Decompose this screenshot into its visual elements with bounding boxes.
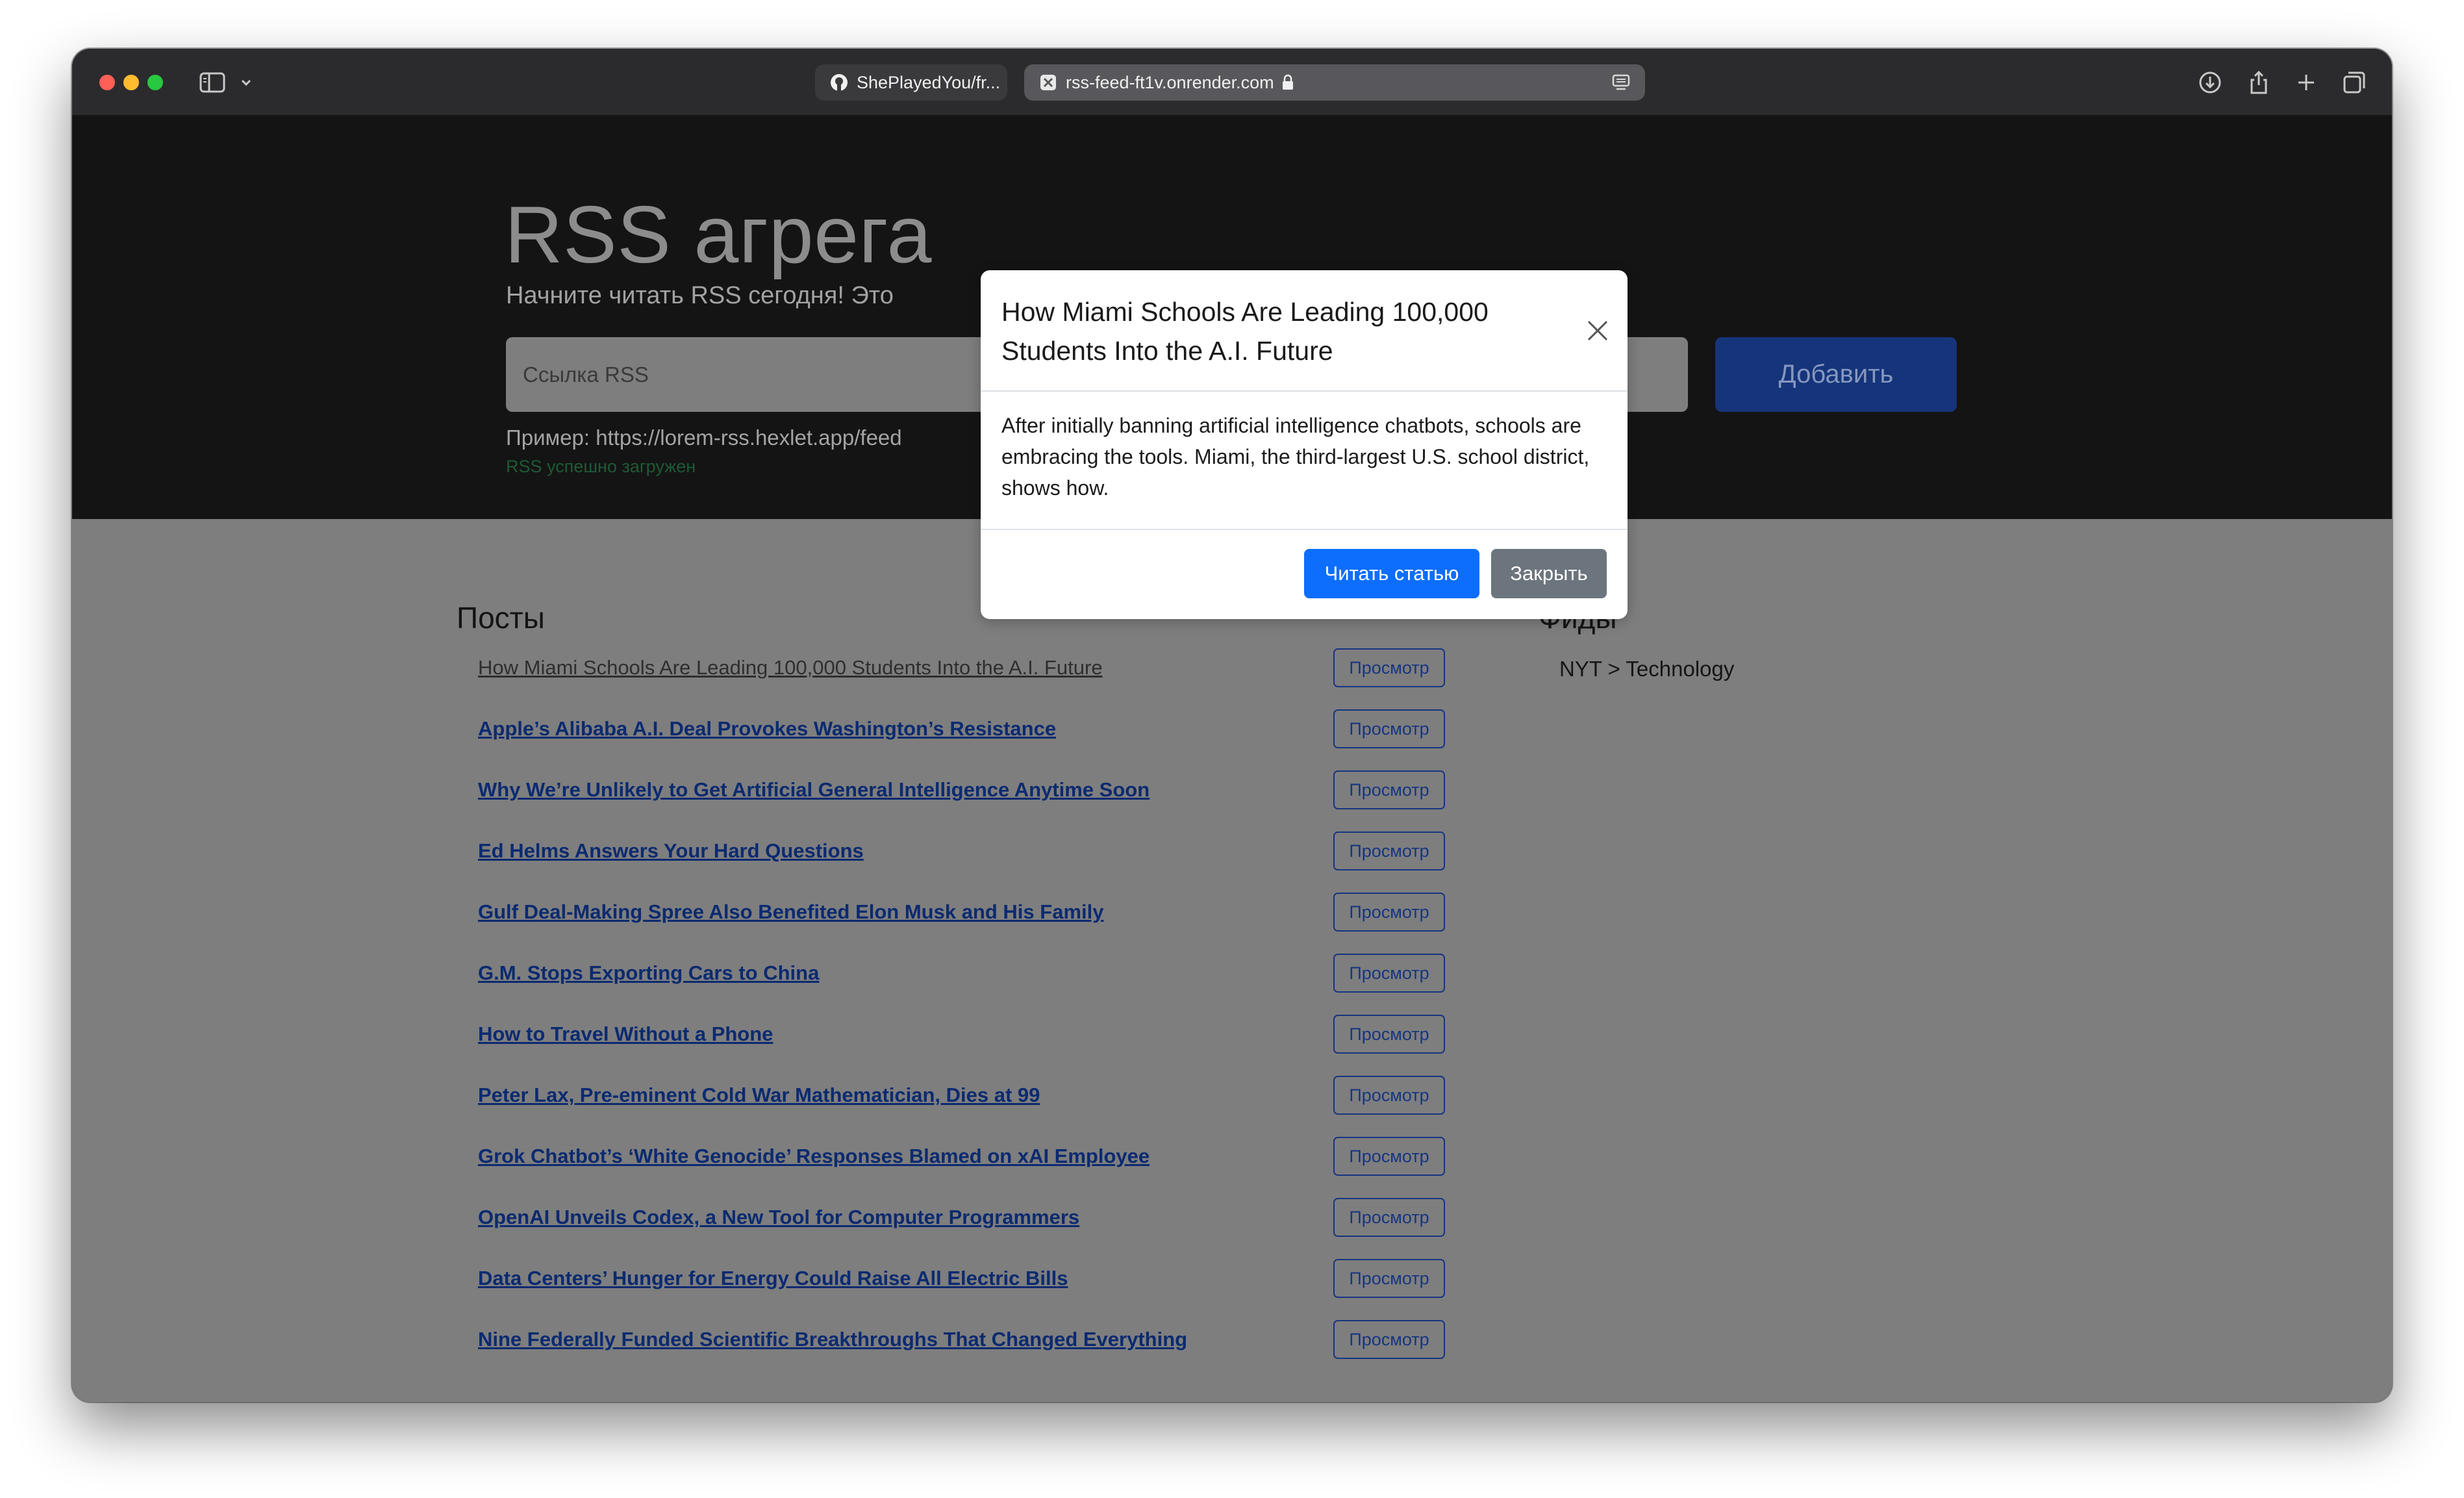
browser-toolbar: ShePlayedYou/fr... rss-feed-ft1v.onrende… [72,49,2392,116]
view-post-button[interactable]: Просмотр [1333,1198,1445,1237]
site-favicon-icon [1040,75,1056,90]
read-article-button[interactable]: Читать статью [1304,549,1479,598]
hero-lead: Начните читать RSS сегодня! Это [506,282,894,309]
view-post-button[interactable]: Просмотр [1333,1076,1445,1115]
post-row: Ed Helms Answers Your Hard Questions Прос… [478,832,1517,872]
post-row: Peter Lax, Pre-eminent Cold War Mathemat… [478,1076,1517,1116]
post-link[interactable]: Data Centers’ Hunger for Energy Could Ra… [478,1267,1068,1290]
close-icon[interactable] [1585,318,1611,344]
minimize-window-button[interactable] [123,75,139,90]
post-link[interactable]: Apple’s Alibaba A.I. Deal Provokes Washi… [478,717,1056,741]
post-link[interactable]: Nine Federally Funded Scientific Breakth… [478,1328,1187,1351]
address-text: rss-feed-ft1v.onrender.com [1066,72,1274,92]
close-window-button[interactable] [99,75,115,90]
modal-description: After initially banning artificial intel… [1001,414,1590,500]
share-icon[interactable] [2246,70,2272,95]
add-feed-button[interactable]: Добавить [1715,337,1957,412]
content-section: Посты How Miami Schools Are Leading 100,… [72,519,2392,1402]
view-post-button[interactable]: Просмотр [1333,954,1445,993]
modal-footer-divider [981,529,1628,530]
view-post-button[interactable]: Просмотр [1333,709,1445,748]
view-post-button[interactable]: Просмотр [1333,1320,1445,1359]
sidebar-toggle-icon[interactable] [199,72,225,93]
download-icon[interactable] [2197,70,2223,95]
modal-title: How Miami Schools Are Leading 100,000 St… [1001,297,1489,366]
view-post-button[interactable]: Просмотр [1333,1015,1445,1054]
post-row: Nine Federally Funded Scientific Breakth… [478,1320,1517,1360]
zoom-window-button[interactable] [147,75,163,90]
post-row: OpenAI Unveils Codex, a New Tool for Com… [478,1198,1517,1238]
lock-icon [1282,74,1293,90]
post-link[interactable]: Peter Lax, Pre-eminent Cold War Mathemat… [478,1084,1040,1107]
post-link[interactable]: OpenAI Unveils Codex, a New Tool for Com… [478,1206,1079,1229]
post-row: Why We’re Unlikely to Get Artificial Gen… [478,770,1517,811]
tab-active-address[interactable]: rss-feed-ft1v.onrender.com [1024,64,1645,101]
modal-header-divider [981,390,1628,392]
post-link[interactable]: Why We’re Unlikely to Get Artificial Gen… [478,778,1150,802]
github-icon [831,74,848,91]
post-link[interactable]: Gulf Deal-Making Spree Also Benefited El… [478,900,1103,924]
post-row: Data Centers’ Hunger for Energy Could Ra… [478,1259,1517,1299]
feedback-message: RSS успешно загружен [506,457,696,476]
tab-overview-icon[interactable] [2341,70,2367,95]
post-link[interactable]: Ed Helms Answers Your Hard Questions [478,839,864,863]
post-row: G.M. Stops Exporting Cars to China Просмо… [478,954,1517,994]
view-post-button[interactable]: Просмотр [1333,648,1445,687]
web-page: RSS агрега Начните читать RSS сегодня! Э… [72,116,2392,1402]
posts-heading: Посты [457,601,545,635]
post-link[interactable]: G.M. Stops Exporting Cars to China [478,961,819,985]
post-row: Apple’s Alibaba A.I. Deal Provokes Washi… [478,709,1517,750]
tab-github[interactable]: ShePlayedYou/fr... [815,64,1007,101]
post-link[interactable]: How to Travel Without a Phone [478,1022,773,1046]
hero-title: RSS агрега [505,190,932,280]
post-preview-modal: How Miami Schools Are Leading 100,000 St… [981,270,1628,619]
feed-item: NYT > Technology [1559,657,1735,681]
browser-window: ShePlayedYou/fr... rss-feed-ft1v.onrende… [72,49,2392,1402]
close-modal-button[interactable]: Закрыть [1491,549,1607,598]
view-post-button[interactable]: Просмотр [1333,1259,1445,1298]
view-post-button[interactable]: Просмотр [1333,832,1445,870]
reader-mode-icon[interactable] [1611,73,1631,92]
view-post-button[interactable]: Просмотр [1333,1137,1445,1176]
post-row: Grok Chatbot’s ‘White Genocide’ Response… [478,1137,1517,1177]
view-post-button[interactable]: Просмотр [1333,893,1445,932]
tab-label: ShePlayedYou/fr... [857,72,1001,92]
post-row: Gulf Deal-Making Spree Also Benefited El… [478,893,1517,933]
view-post-button[interactable]: Просмотр [1333,770,1445,809]
post-row: How Miami Schools Are Leading 100,000 St… [478,648,1517,689]
post-link[interactable]: How Miami Schools Are Leading 100,000 St… [478,656,1103,679]
post-link[interactable]: Grok Chatbot’s ‘White Genocide’ Response… [478,1145,1150,1168]
chevron-down-icon[interactable] [238,75,254,90]
new-tab-icon[interactable] [2293,70,2319,95]
post-row: How to Travel Without a Phone Просмотр [478,1015,1517,1055]
example-hint: Пример: https://lorem-rss.hexlet.app/fee… [506,425,902,450]
